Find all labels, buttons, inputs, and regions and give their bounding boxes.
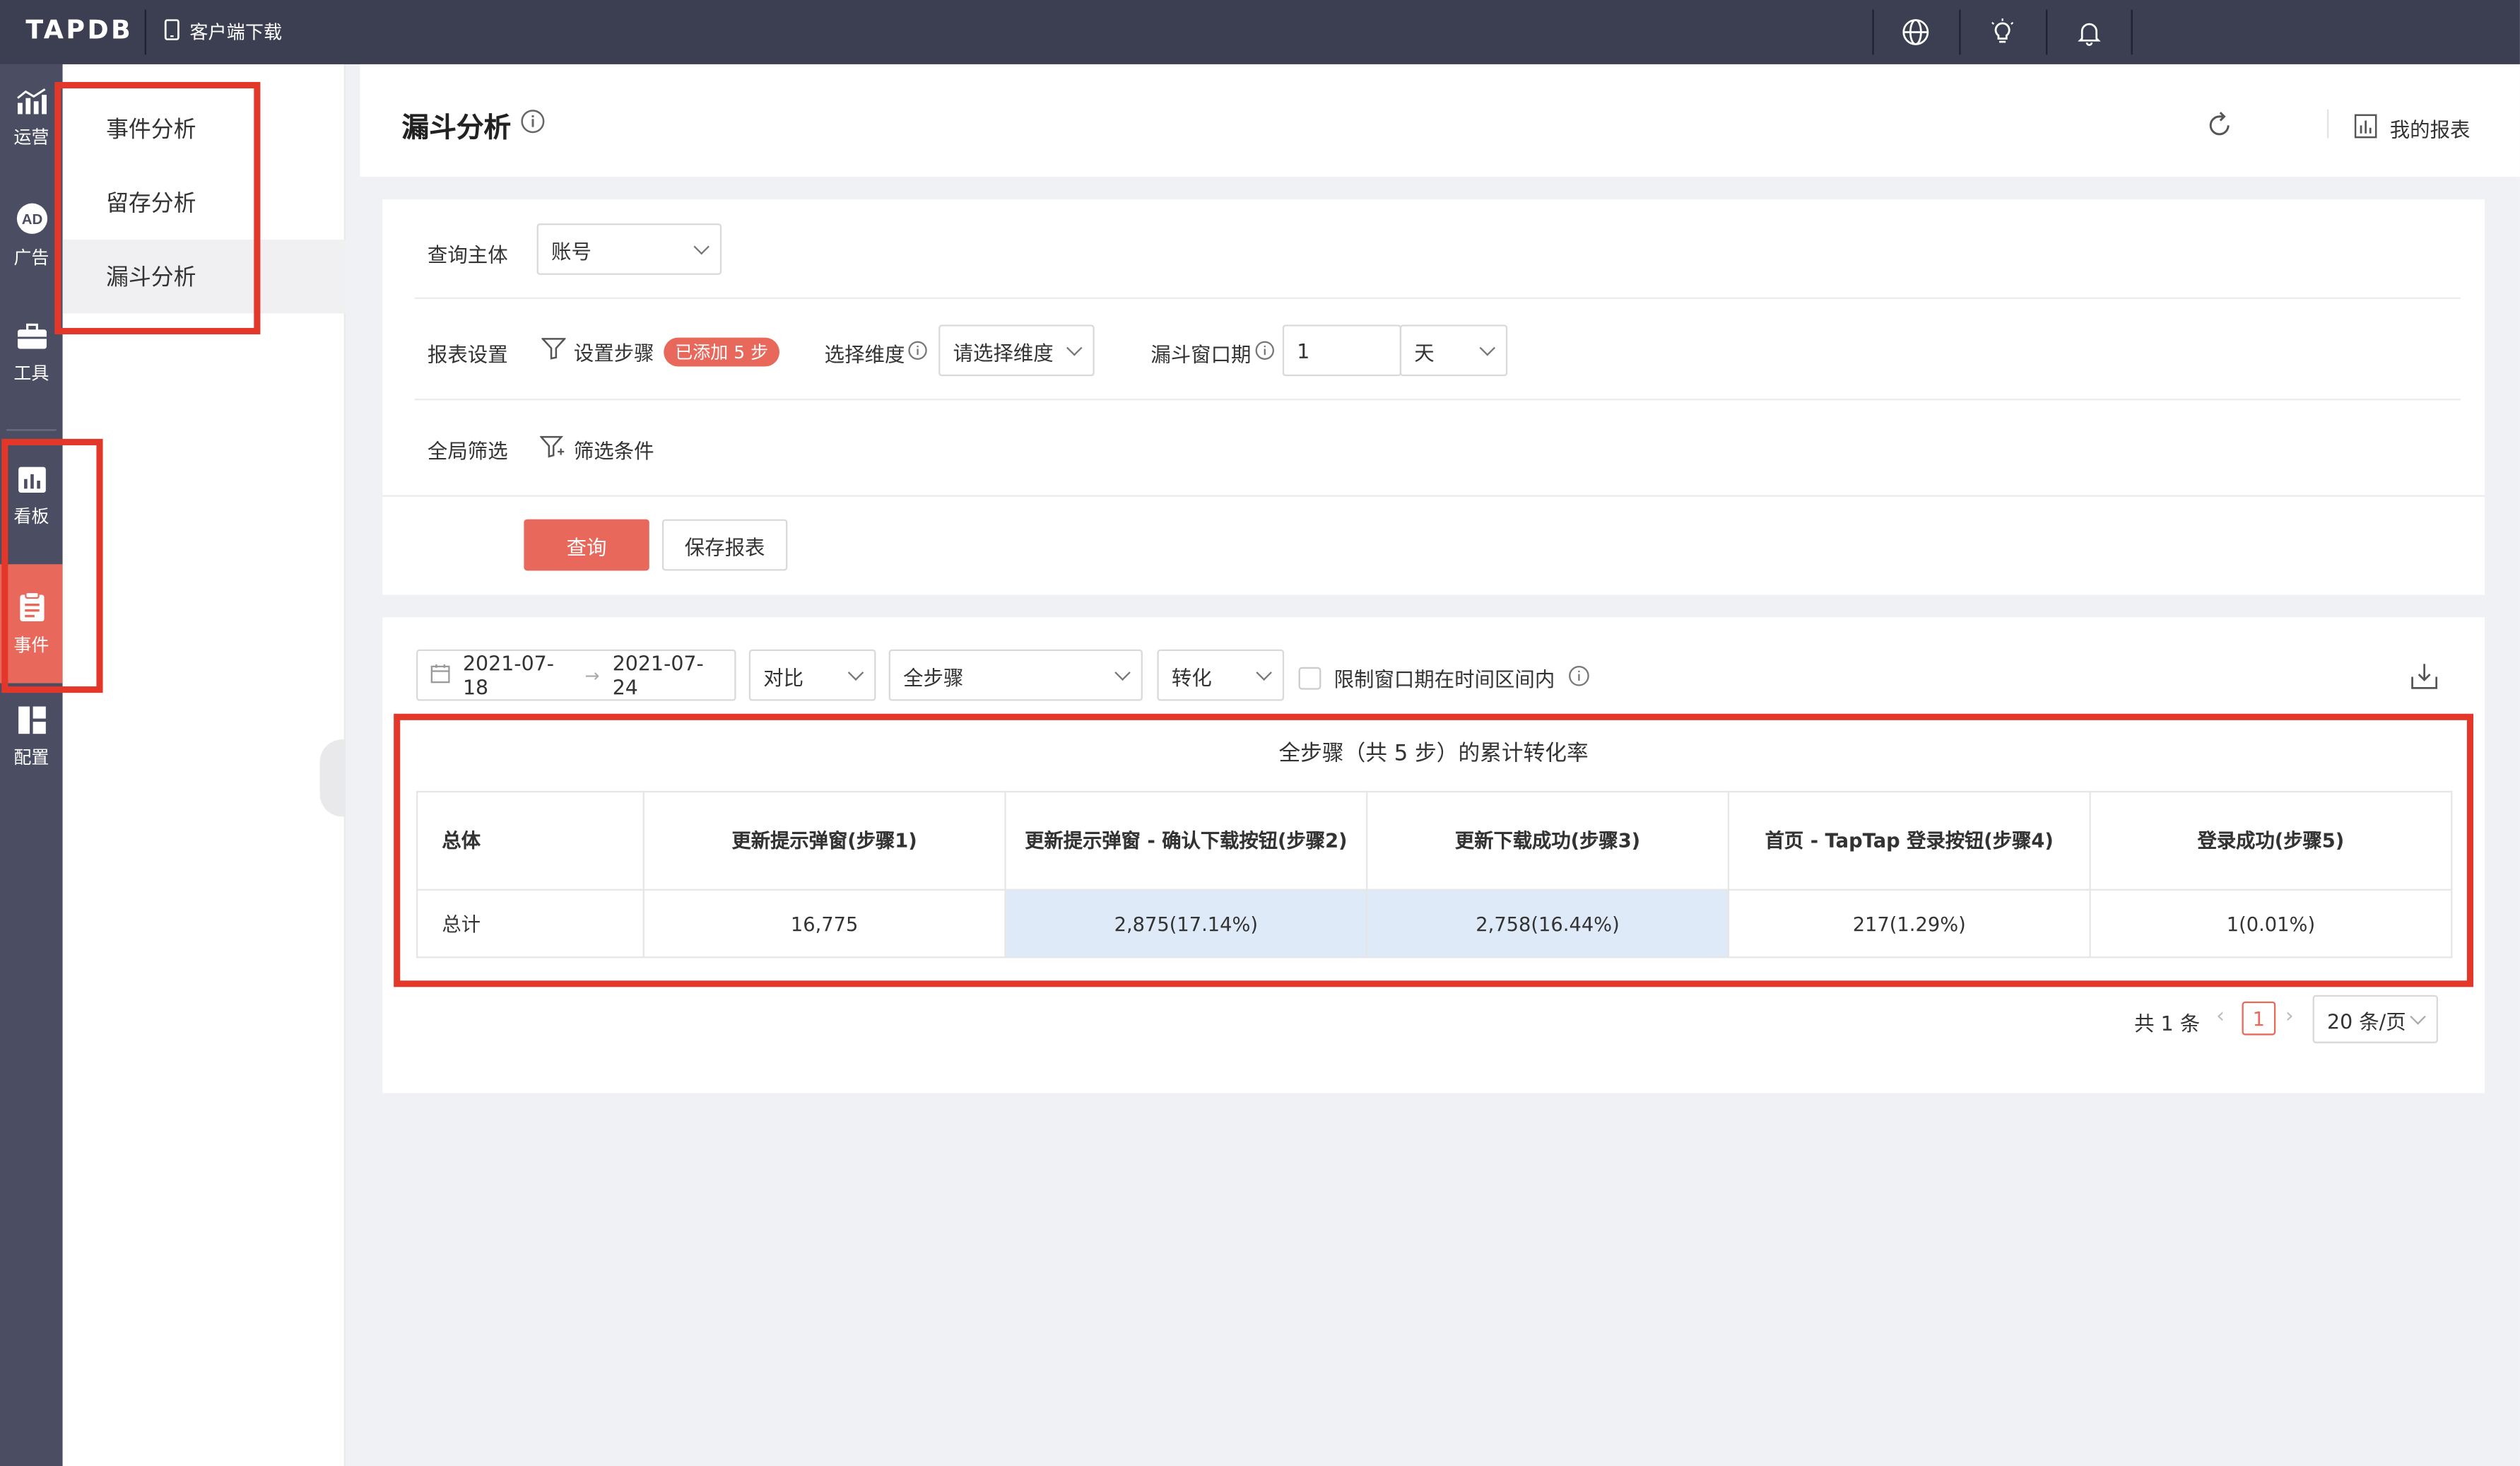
info-icon[interactable] (908, 341, 927, 365)
compare-value: 对比 (763, 664, 804, 689)
date-end: 2021-07-24 (612, 651, 704, 700)
query-subject-label: 查询主体 (427, 242, 508, 267)
page-title-text: 漏斗分析 (401, 112, 512, 145)
limit-window-checkbox[interactable]: 限制窗口期在时间区间内 (1298, 662, 1589, 693)
svg-text:AD: AD (21, 211, 42, 228)
compare-select[interactable]: 对比 (748, 649, 876, 701)
ad-icon: AD (16, 203, 47, 240)
prev-page-icon[interactable]: ‹ (2216, 1004, 2225, 1028)
rail-item-config[interactable]: 配置 (0, 684, 63, 793)
page-title: 漏斗分析 (402, 105, 545, 145)
date-range-picker[interactable]: 2021-07-18 → 2021-07-24 (416, 649, 736, 701)
page-number-current[interactable]: 1 (2242, 1001, 2276, 1036)
metric-select[interactable]: 转化 (1157, 649, 1285, 701)
annotation-box-submenu (54, 81, 261, 335)
layout-icon (17, 705, 46, 739)
rail-item-tools[interactable]: 工具 (0, 299, 63, 409)
window-value-input[interactable]: 1 (1282, 324, 1402, 377)
window-value: 1 (1297, 338, 1310, 363)
top-bar (0, 0, 2520, 64)
collapse-handle[interactable] (319, 739, 346, 817)
dimension-label-text: 选择维度 (824, 342, 905, 367)
rail-divider (6, 429, 57, 431)
save-report-button[interactable]: 保存报表 (661, 519, 788, 571)
header-divider (2327, 109, 2329, 139)
rail-item-ads[interactable]: AD 广告 (0, 182, 63, 291)
chevron-down-icon (847, 664, 864, 680)
toolbox-icon (16, 322, 47, 354)
topbar-divider (1959, 9, 1961, 55)
annotation-box-table (394, 713, 2473, 987)
report-settings-label: 报表设置 (427, 342, 508, 367)
window-unit: 天 (1414, 339, 1435, 365)
limit-window-label: 限制窗口期在时间区间内 (1333, 667, 1555, 691)
calendar-icon (430, 663, 450, 687)
annotation-box-rail (1, 438, 103, 693)
steps-select[interactable]: 全步骤 (888, 649, 1143, 701)
chevron-down-icon (693, 238, 710, 254)
my-reports-button[interactable]: 我的报表 (2354, 112, 2471, 143)
topbar-divider (144, 9, 146, 55)
funnel-settings-icon (541, 338, 567, 365)
client-download-link[interactable]: 客户端下载 (164, 19, 282, 45)
chevron-down-icon (1066, 339, 1083, 356)
refresh-icon[interactable] (2205, 111, 2234, 146)
rail-label: 运营 (13, 127, 49, 148)
pagination-total: 共 1 条 (2134, 1011, 2201, 1036)
query-button[interactable]: 查询 (524, 519, 649, 571)
query-subject-value: 账号 (551, 238, 591, 263)
rail-label: 工具 (13, 362, 49, 384)
chevron-down-icon (1256, 664, 1272, 680)
info-icon[interactable] (521, 109, 545, 141)
window-label-text: 漏斗窗口期 (1150, 342, 1252, 367)
query-subject-select[interactable]: 账号 (536, 223, 722, 275)
page-size-select[interactable]: 20 条/页 (2312, 995, 2438, 1043)
filter-conditions-button[interactable]: 筛选条件 (538, 434, 654, 464)
divider (414, 297, 2461, 300)
steps-value: 全步骤 (903, 664, 964, 689)
my-reports-label: 我的报表 (2389, 117, 2471, 142)
info-icon[interactable] (1567, 664, 1589, 690)
checkbox[interactable] (1298, 666, 1321, 689)
bell-icon[interactable] (2070, 13, 2109, 52)
tapdb-logo[interactable]: TAPDB (25, 14, 133, 45)
set-steps-label: 设置步骤 (573, 341, 654, 365)
chevron-down-icon (2410, 1008, 2426, 1024)
arrow-right-icon: → (584, 664, 600, 686)
window-unit-select[interactable]: 天 (1399, 324, 1508, 377)
filter-conditions-label: 筛选条件 (573, 438, 654, 463)
phone-icon (164, 19, 180, 45)
globe-icon[interactable] (1897, 13, 1936, 52)
date-start: 2021-07-18 (462, 651, 555, 700)
dimension-placeholder: 请选择维度 (953, 339, 1054, 365)
report-icon (2354, 113, 2377, 142)
page-size-value: 20 条/页 (2327, 1009, 2406, 1033)
chevron-down-icon (1479, 339, 1496, 356)
rail-label: 配置 (13, 747, 49, 769)
download-icon[interactable] (2410, 662, 2438, 696)
rail-label: 广告 (13, 247, 49, 269)
window-label: 漏斗窗口期 (1150, 338, 1273, 368)
metric-value: 转化 (1171, 664, 1212, 689)
next-page-icon[interactable]: › (2285, 1004, 2294, 1028)
client-download-label: 客户端下载 (189, 20, 283, 44)
lightbulb-icon[interactable] (1983, 13, 2022, 52)
chevron-down-icon (1114, 664, 1131, 680)
divider (382, 495, 2485, 497)
global-filter-label: 全局筛选 (427, 438, 508, 463)
set-steps-button[interactable]: 设置步骤 已添加 5 步 (541, 336, 780, 366)
steps-added-badge: 已添加 5 步 (664, 336, 780, 366)
dimension-select[interactable]: 请选择维度 (938, 324, 1095, 377)
topbar-divider (2131, 9, 2133, 55)
info-icon[interactable] (1254, 341, 1273, 365)
page-header (360, 64, 2520, 177)
topbar-divider (2046, 9, 2048, 55)
filter-add-icon (538, 435, 565, 463)
dimension-label: 选择维度 (825, 338, 928, 368)
topbar-divider (1872, 9, 1874, 55)
chart-icon (16, 88, 47, 119)
divider (414, 399, 2461, 401)
rail-item-operations[interactable]: 运营 (0, 64, 63, 174)
